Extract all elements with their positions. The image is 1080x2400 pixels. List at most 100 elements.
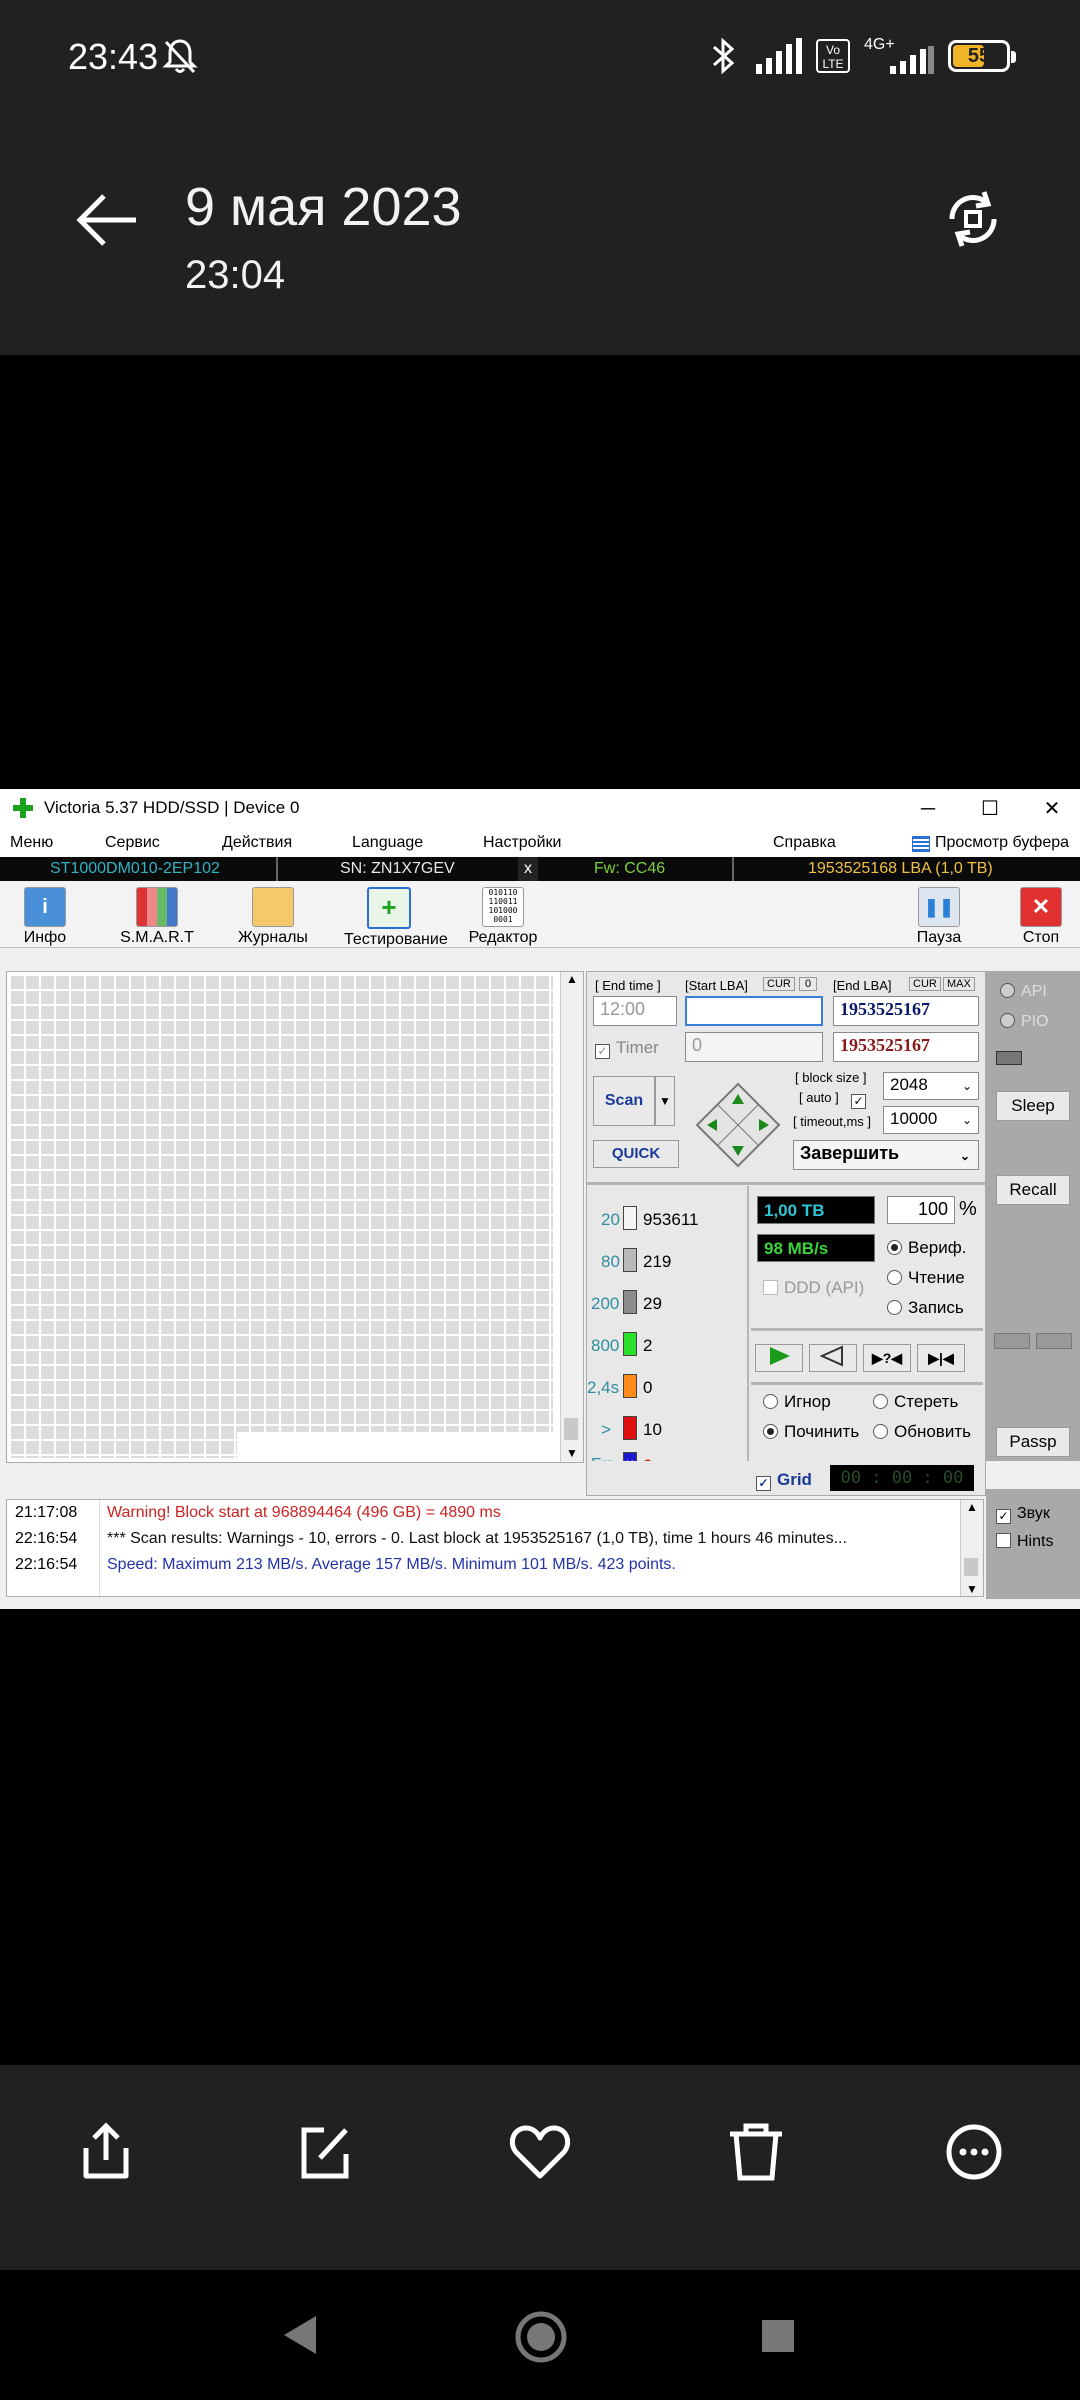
cur-button[interactable]: CUR	[763, 977, 795, 991]
menu-item[interactable]: Справка	[773, 834, 836, 852]
home-circle-icon[interactable]	[514, 2310, 568, 2364]
quick-button[interactable]: QUICK	[593, 1140, 679, 1168]
window-title: Victoria 5.37 HDD/SSD | Device 0	[44, 798, 300, 817]
end-time-input[interactable]: 12:00	[593, 996, 677, 1026]
legend-swatch	[623, 1332, 637, 1356]
stop-button[interactable]: ✕ Стоп	[996, 883, 1080, 949]
status-indicator	[996, 1051, 1022, 1065]
scroll-thumb[interactable]	[564, 1418, 578, 1440]
close-icon[interactable]: ✕	[1022, 793, 1080, 825]
direction-pad-icon[interactable]	[693, 1080, 783, 1170]
end-lba-label: [End LBA]	[833, 978, 892, 993]
photo-time: 23:04	[185, 253, 286, 297]
repair-radio[interactable]: Починить	[763, 1422, 859, 1442]
block-size-select[interactable]: 2048 ⌄	[883, 1072, 979, 1100]
victoria-window: Victoria 5.37 HDD/SSD | Device 0 ─ ☐ ✕ М…	[0, 789, 1080, 1609]
indicator-right	[1036, 1333, 1072, 1349]
menu-item[interactable]: Настройки	[483, 834, 561, 852]
battery-icon: 55	[948, 40, 1016, 72]
recall-button[interactable]: Recall	[996, 1175, 1070, 1205]
action-select[interactable]: Завершить ⌄	[793, 1140, 979, 1170]
status-clock: 23:43	[68, 36, 159, 77]
scan-dropdown[interactable]: ▼	[655, 1076, 675, 1126]
info-x[interactable]: x	[518, 857, 538, 881]
scroll-up-icon[interactable]: ▲	[561, 972, 583, 986]
divider	[587, 1182, 985, 1185]
hints-checkbox[interactable]: Hints	[996, 1533, 1053, 1551]
play-button[interactable]	[755, 1344, 803, 1372]
scroll-down-icon[interactable]: ▼	[561, 1446, 583, 1460]
arrow-left-icon[interactable]	[74, 190, 140, 250]
maximize-icon[interactable]: ☐	[960, 793, 1020, 825]
log-scrollbar[interactable]: ▲ ▼	[960, 1500, 983, 1596]
drive-firmware: Fw: CC46	[594, 860, 666, 877]
testing-tab[interactable]: + Тестирование	[344, 883, 448, 949]
binary-icon: 010110 110011 101000 0001	[482, 887, 524, 927]
scroll-thumb[interactable]	[964, 1558, 978, 1576]
sleep-button[interactable]: Sleep	[996, 1091, 1070, 1121]
scroll-down-icon[interactable]: ▼	[961, 1582, 983, 1596]
rotate-icon[interactable]	[940, 186, 1006, 252]
heart-icon[interactable]	[500, 2112, 580, 2192]
info-tab[interactable]: i Инфо	[0, 883, 90, 949]
max-button[interactable]: MAX	[943, 977, 975, 991]
read-radio[interactable]: Чтение	[887, 1268, 965, 1288]
timer-input[interactable]: 0	[685, 1032, 823, 1062]
more-icon[interactable]	[934, 2112, 1014, 2192]
buffer-icon	[912, 836, 930, 852]
timer-checkbox[interactable]: ✓ Timer	[595, 1038, 659, 1059]
random-button[interactable]: ▶?◀	[863, 1344, 911, 1372]
divider	[751, 1328, 983, 1331]
scan-button[interactable]: Scan	[593, 1076, 655, 1126]
cur2-button[interactable]: CUR	[909, 977, 941, 991]
menu-item[interactable]: Меню	[10, 834, 53, 852]
api-radio[interactable]: API	[1000, 983, 1047, 1001]
back-triangle-icon[interactable]	[280, 2312, 320, 2358]
ignore-radio[interactable]: Игнор	[763, 1392, 831, 1412]
legend-label: >	[601, 1420, 611, 1439]
recents-square-icon[interactable]	[760, 2318, 796, 2354]
grid-scrollbar[interactable]: ▲ ▼	[560, 972, 583, 1462]
menu-item[interactable]: Действия	[222, 834, 292, 852]
passp-button[interactable]: Passp	[996, 1427, 1070, 1457]
end-time-label: [ End time ]	[595, 978, 661, 993]
timing-legend: 20 953611 80 219 200 29 800 2 2,4s 0 > 1…	[587, 1186, 747, 1476]
minimize-icon[interactable]: ─	[898, 793, 958, 825]
legend-count: 219	[643, 1252, 672, 1271]
end-lba-input[interactable]: 1953525167	[833, 996, 979, 1026]
system-icons: Vo LTE 4G+ 55	[706, 34, 1016, 78]
erase-radio[interactable]: Стереть	[873, 1392, 958, 1412]
logs-tab[interactable]: Журналы	[228, 883, 318, 949]
speed-display: 98 MB/s	[757, 1234, 875, 1262]
menu-item[interactable]: Просмотр буфера	[935, 834, 1069, 852]
sound-checkbox[interactable]: ✓ Звук	[996, 1505, 1050, 1524]
pause-button[interactable]: ❚❚ Пауза	[894, 883, 984, 949]
trash-icon[interactable]	[716, 2112, 796, 2192]
smart-tab[interactable]: S.M.A.R.T	[112, 883, 202, 949]
rewind-button[interactable]	[809, 1344, 857, 1372]
timeout-select[interactable]: 10000 ⌄	[883, 1106, 979, 1134]
refresh-radio[interactable]: Обновить	[873, 1422, 971, 1442]
drive-model: ST1000DM010-2EP102	[50, 860, 220, 877]
scroll-up-icon[interactable]: ▲	[961, 1500, 983, 1514]
editor-tab[interactable]: 010110 110011 101000 0001 Редактор	[458, 883, 548, 949]
share-icon[interactable]	[66, 2112, 146, 2192]
ddd-api-checkbox[interactable]: DDD (API)	[763, 1278, 864, 1298]
write-radio[interactable]: Запись	[887, 1298, 964, 1318]
edit-icon[interactable]	[284, 2112, 364, 2192]
event-log: 21:17:08 Warning! Block start at 9688944…	[6, 1499, 984, 1597]
verify-radio[interactable]: Вериф.	[887, 1238, 966, 1258]
folder-icon	[252, 887, 294, 927]
start-lba-input[interactable]	[685, 996, 823, 1026]
butterfly-button[interactable]: ▶|◀	[917, 1344, 965, 1372]
end-lba-input-2[interactable]: 1953525167	[833, 1032, 979, 1062]
menu-item[interactable]: Сервис	[105, 834, 160, 852]
menu-item[interactable]: Language	[352, 834, 423, 852]
pio-radio[interactable]: PIO	[1000, 1013, 1049, 1031]
auto-checkbox[interactable]: ✓	[851, 1094, 866, 1109]
pause-icon: ❚❚	[918, 887, 960, 927]
app-cross-icon	[13, 798, 33, 818]
grid-checkbox[interactable]: ✓ Grid	[756, 1470, 812, 1491]
signal-4g-icon: 4G+	[864, 36, 934, 74]
block-size-label: [ block size ]	[795, 1070, 867, 1085]
